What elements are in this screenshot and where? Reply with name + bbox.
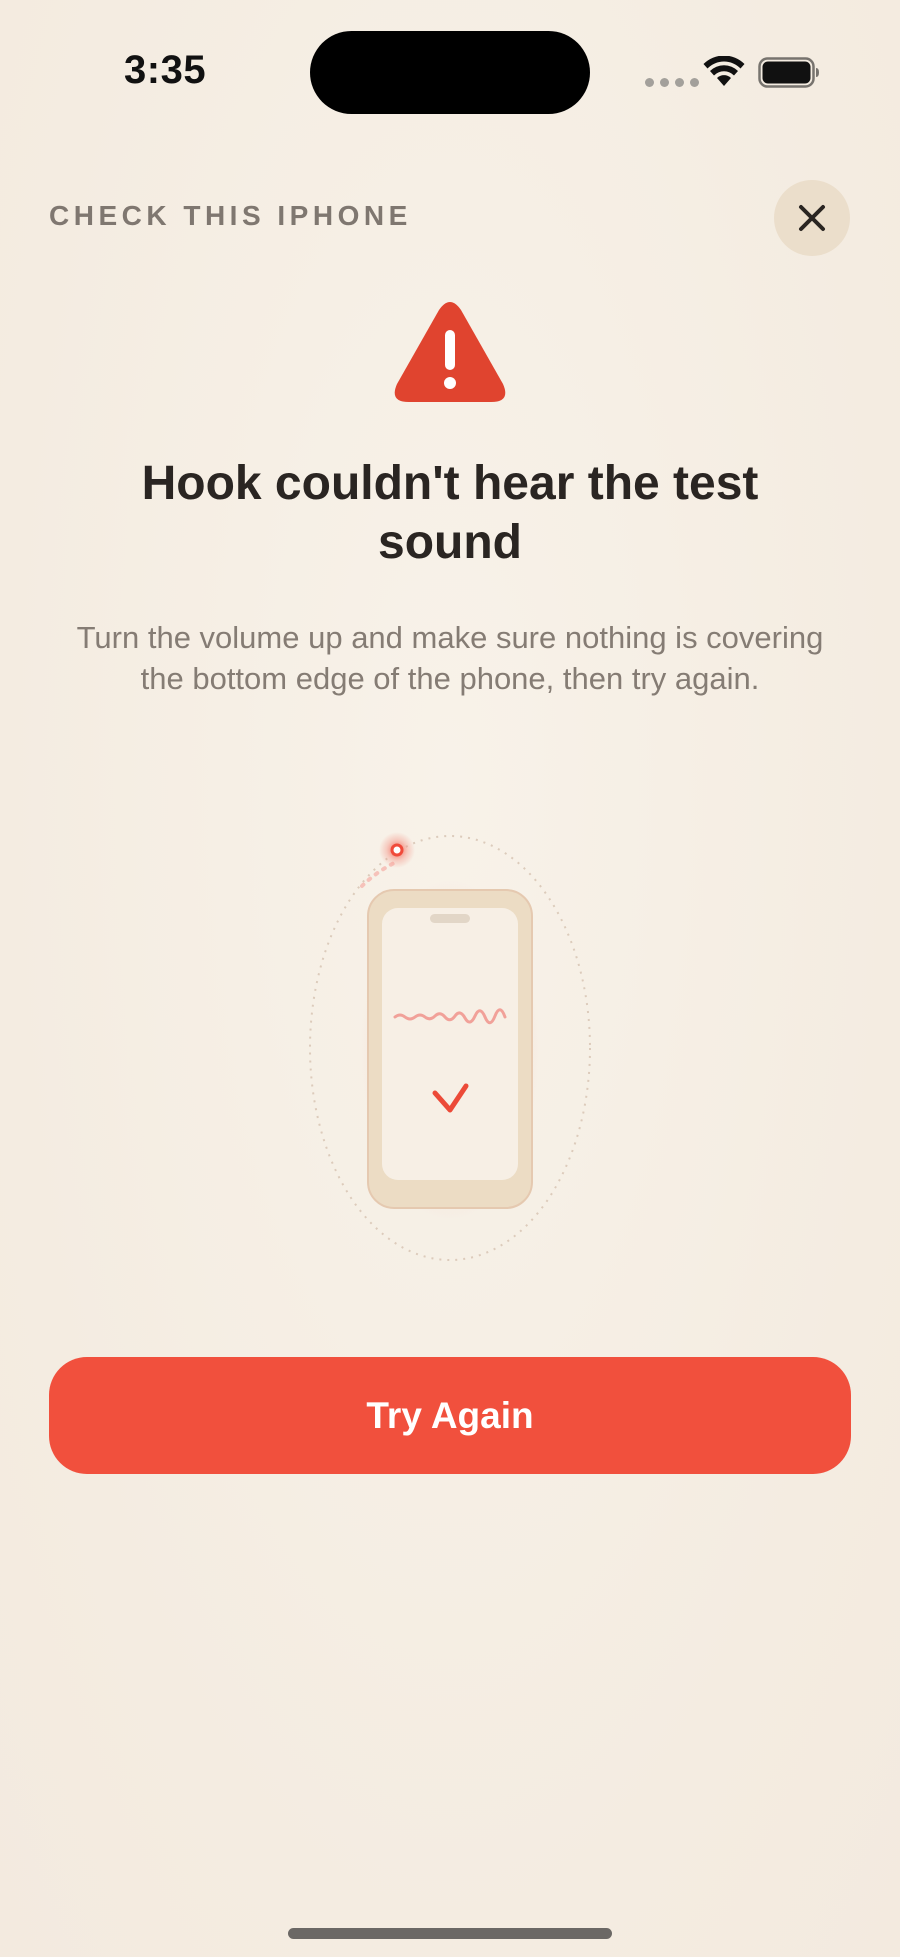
battery-icon xyxy=(758,57,819,88)
wifi-icon xyxy=(703,56,745,86)
try-again-button[interactable]: Try Again xyxy=(49,1357,851,1474)
screen-eyebrow-title: CHECK THIS IPHONE xyxy=(49,200,412,231)
cellular-signal-icon xyxy=(645,78,699,87)
dynamic-island xyxy=(310,31,590,114)
phone-sound-illustration xyxy=(309,832,591,1261)
close-icon xyxy=(799,205,825,231)
screen: 3:35 CHECK THIS IPHONE Hook couldn't hea… xyxy=(0,0,900,1957)
alert-body: Turn the volume up and make sure nothing… xyxy=(76,620,824,696)
status-time: 3:35 xyxy=(124,48,207,92)
alert-title: Hook couldn't hear the test sound xyxy=(141,457,759,569)
warning-triangle-icon xyxy=(394,302,506,402)
phone-icon xyxy=(367,889,533,1209)
close-button[interactable] xyxy=(774,180,850,256)
home-indicator[interactable] xyxy=(288,1928,612,1939)
